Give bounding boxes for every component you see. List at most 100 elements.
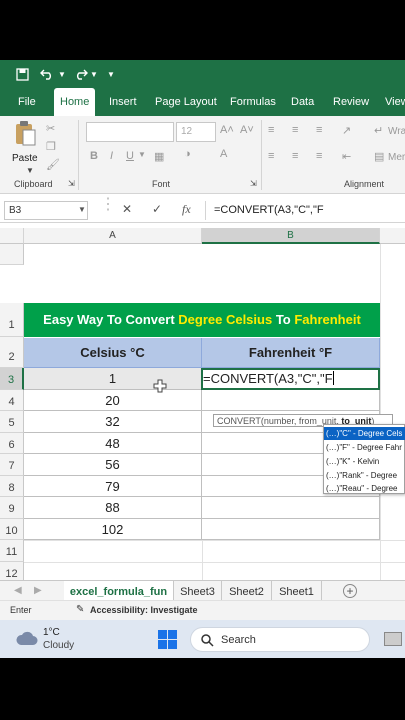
celsius-header-cell[interactable]: Celsius °C (24, 338, 202, 368)
row-header-4[interactable]: 4 (0, 390, 24, 411)
tab-file[interactable]: File (18, 88, 36, 116)
merge-label[interactable]: Mer (388, 152, 405, 163)
paste-button[interactable]: Paste (12, 153, 38, 164)
wrap-text-label[interactable]: Wra (388, 126, 405, 137)
fahrenheit-cell[interactable] (202, 390, 380, 411)
celsius-cell[interactable]: 102 (24, 519, 202, 540)
redo-dropdown-icon[interactable]: ▼ (90, 60, 98, 88)
grow-font-button[interactable]: A˄ (220, 124, 234, 136)
merge-icon[interactable]: ▤ (374, 150, 384, 163)
row-header-1[interactable]: 1 (0, 303, 24, 337)
format-painter-icon[interactable]: 🖌 (46, 158, 60, 171)
celsius-cell[interactable]: 32 (24, 411, 202, 433)
celsius-cell[interactable]: 88 (24, 497, 202, 519)
unit-option[interactable]: (…)"K" - Kelvin (324, 455, 405, 468)
row-header-8[interactable]: 8 (0, 476, 24, 497)
row-header-3[interactable]: 3 (0, 368, 24, 390)
align-left-icon[interactable]: ≡ (268, 150, 274, 162)
name-box-dropdown-icon[interactable]: ▼ (78, 205, 86, 214)
unit-option[interactable]: (…)"F" - Degree Fahr (324, 441, 405, 454)
weather-condition: Cloudy (43, 640, 75, 651)
undo-icon[interactable] (38, 60, 56, 88)
paste-dropdown-icon[interactable]: ▼ (26, 166, 34, 175)
column-header-b[interactable]: B (202, 228, 380, 244)
tab-home[interactable]: Home (54, 88, 96, 116)
clipboard-launcher-icon[interactable]: ⇲ (68, 179, 75, 188)
tab-review[interactable]: Review (333, 88, 369, 116)
tab-data[interactable]: Data (291, 88, 314, 116)
borders-icon[interactable]: ▦ (154, 150, 164, 163)
fahrenheit-cell[interactable] (202, 497, 380, 519)
copy-icon[interactable]: ❐ (46, 140, 56, 153)
row-header-2[interactable]: 2 (0, 337, 24, 368)
celsius-cell[interactable]: 1 (24, 368, 202, 390)
celsius-cell[interactable]: 79 (24, 476, 202, 497)
row-header-7[interactable]: 7 (0, 454, 24, 476)
indent-icon[interactable]: ⇤ (342, 150, 351, 163)
tab-view[interactable]: View (385, 88, 405, 116)
save-icon[interactable] (14, 60, 30, 88)
font-color-icon[interactable]: A (220, 148, 227, 160)
taskbar-search-box[interactable]: Search (190, 627, 370, 652)
font-launcher-icon[interactable]: ⇲ (250, 179, 257, 188)
weather-icon[interactable] (16, 630, 38, 651)
celsius-cell[interactable]: 20 (24, 390, 202, 411)
cell-edit-text[interactable]: =CONVERT(A3,"C","F (203, 371, 334, 386)
banner-text: Easy Way To Convert (43, 312, 179, 327)
font-name-box[interactable] (86, 122, 174, 142)
italic-button[interactable]: I (110, 150, 113, 162)
column-header-c[interactable] (380, 228, 405, 244)
row-header-10[interactable]: 10 (0, 519, 24, 540)
tab-page-layout[interactable]: Page Layout (155, 88, 217, 116)
underline-dropdown-icon[interactable]: ▼ (138, 150, 146, 159)
align-middle-icon[interactable]: ≡ (292, 124, 298, 136)
undo-dropdown-icon[interactable]: ▼ (58, 60, 66, 88)
row-header-6[interactable]: 6 (0, 433, 24, 454)
row-header-9[interactable]: 9 (0, 497, 24, 519)
align-right-icon[interactable]: ≡ (316, 150, 322, 162)
customize-toolbar-icon[interactable]: ▼ (106, 60, 116, 88)
insert-function-icon[interactable]: fx (182, 202, 191, 217)
formula-input[interactable]: =CONVERT(A3,"C","F (214, 204, 324, 216)
name-box[interactable]: B3 (4, 201, 88, 220)
windows-start-icon[interactable] (158, 630, 177, 649)
celsius-cell[interactable]: 56 (24, 454, 202, 476)
move-cursor-icon (153, 379, 167, 393)
fahrenheit-header-cell[interactable]: Fahrenheit °F (202, 338, 380, 368)
status-mode: Enter (10, 605, 32, 615)
underline-button[interactable]: U (126, 150, 134, 162)
paste-icon[interactable] (14, 120, 36, 151)
align-center-icon[interactable]: ≡ (292, 150, 298, 162)
wrap-text-icon[interactable]: ↵ (374, 124, 383, 137)
celsius-cell[interactable]: 48 (24, 433, 202, 454)
ribbon-separator (261, 120, 262, 190)
taskbar-app-icon[interactable] (384, 632, 402, 646)
column-header-a[interactable]: A (24, 228, 202, 244)
tab-insert[interactable]: Insert (109, 88, 137, 116)
shrink-font-button[interactable]: A˅ (240, 124, 254, 136)
prev-sheet-icon[interactable]: ◀ (14, 585, 22, 596)
cut-icon[interactable]: ✂ (46, 122, 55, 135)
cancel-icon[interactable]: ✕ (122, 202, 132, 216)
enter-icon[interactable]: ✓ (152, 202, 162, 216)
font-size-box[interactable]: 12 (176, 122, 216, 142)
row-header[interactable] (0, 244, 24, 265)
fahrenheit-cell[interactable] (202, 519, 380, 540)
bold-button[interactable]: B (90, 150, 98, 162)
fill-color-icon[interactable]: ◑ (184, 148, 191, 160)
next-sheet-icon[interactable]: ▶ (34, 585, 42, 596)
align-bottom-icon[interactable]: ≡ (316, 124, 322, 136)
windows-taskbar: 1°C Cloudy Search (0, 620, 405, 658)
orientation-icon[interactable]: ↗ (342, 124, 351, 137)
row-header-11[interactable]: 11 (0, 540, 24, 562)
row-header-5[interactable]: 5 (0, 411, 24, 433)
accessibility-status[interactable]: Accessibility: Investigate (90, 605, 198, 615)
redo-icon[interactable] (72, 60, 90, 88)
unit-option[interactable]: (…)"Rank" - Degree (324, 469, 405, 482)
add-sheet-icon[interactable]: + (343, 584, 357, 598)
select-all-corner[interactable] (0, 228, 24, 244)
align-top-icon[interactable]: ≡ (268, 124, 274, 136)
unit-option[interactable]: (…)"Reau" - Degree (324, 482, 405, 495)
unit-option[interactable]: (…)"C" - Degree Cels (324, 427, 405, 440)
tab-formulas[interactable]: Formulas (230, 88, 276, 116)
